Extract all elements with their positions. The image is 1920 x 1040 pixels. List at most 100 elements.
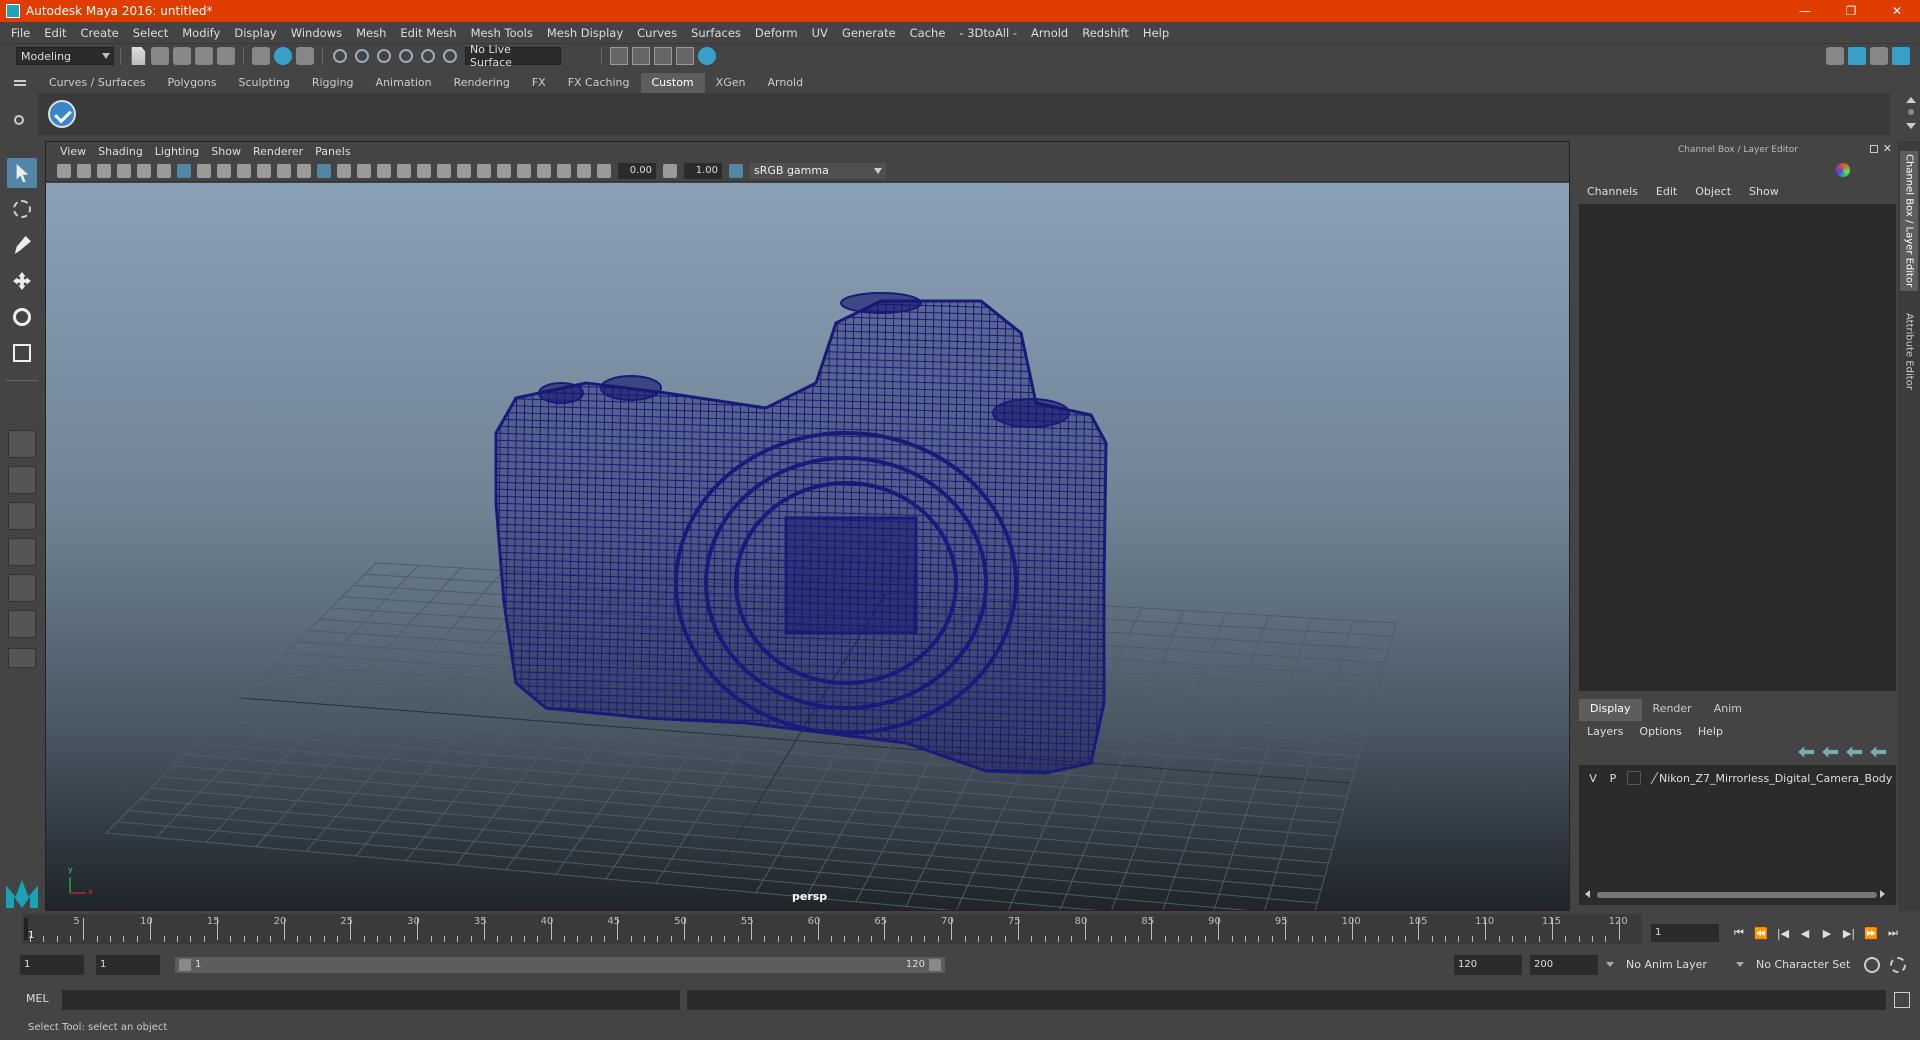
- menu-file[interactable]: File: [4, 26, 37, 40]
- persp-graph-layout-button[interactable]: [8, 538, 36, 566]
- mode-selector[interactable]: Modeling: [16, 47, 114, 65]
- viewport-menu-show[interactable]: Show: [205, 145, 247, 158]
- field-chart-icon[interactable]: [257, 163, 271, 178]
- menu-create[interactable]: Create: [74, 26, 126, 40]
- move-layer-up-icon[interactable]: [1798, 746, 1814, 758]
- menu-deform[interactable]: Deform: [748, 26, 805, 40]
- float-panel-icon[interactable]: [1870, 145, 1878, 153]
- shelf-tab-rendering[interactable]: Rendering: [442, 73, 521, 93]
- shelf-scroll-down-icon[interactable]: [1906, 123, 1916, 129]
- go-to-end-button[interactable]: ⏭: [1882, 924, 1904, 942]
- layer-menu-help[interactable]: Help: [1690, 723, 1731, 741]
- chevron-down-icon[interactable]: [1606, 962, 1614, 967]
- menu-curves[interactable]: Curves: [630, 26, 684, 40]
- menu-windows[interactable]: Windows: [284, 26, 349, 40]
- range-end-handle[interactable]: [929, 959, 941, 971]
- camera-select-icon[interactable]: [57, 163, 71, 178]
- play-forwards-button[interactable]: ▶: [1816, 924, 1838, 942]
- menu-modify[interactable]: Modify: [175, 26, 227, 40]
- color-space-dropdown[interactable]: sRGB gamma: [750, 162, 886, 179]
- step-back-key-button[interactable]: ⏪: [1750, 924, 1772, 942]
- character-set-dropdown[interactable]: No Character Set: [1752, 955, 1872, 975]
- new-empty-layer-icon[interactable]: [1846, 746, 1862, 758]
- shelf-tab-fx-caching[interactable]: FX Caching: [556, 73, 641, 93]
- channel-box-body[interactable]: [1579, 204, 1896, 691]
- channel-box-menu-show[interactable]: Show: [1740, 183, 1788, 201]
- attribute-editor-toggle-icon[interactable]: [1848, 47, 1866, 65]
- playback-end-field[interactable]: 120: [1454, 955, 1522, 975]
- menu-3dtoall[interactable]: - 3DtoAll -: [952, 26, 1024, 40]
- four-view-layout-button[interactable]: [8, 466, 36, 494]
- animation-preferences-icon[interactable]: [1890, 957, 1906, 973]
- close-panel-icon[interactable]: ✕: [1883, 142, 1892, 155]
- layer-tab-render[interactable]: Render: [1642, 699, 1703, 721]
- menu-select[interactable]: Select: [126, 26, 175, 40]
- layer-row[interactable]: V P Nikon_Z7_Mirrorless_Digital_Camera_B…: [1583, 769, 1895, 787]
- layer-list-scrollbar[interactable]: [1585, 889, 1885, 899]
- layer-tab-display[interactable]: Display: [1579, 699, 1642, 721]
- script-editor-icon[interactable]: [1894, 992, 1910, 1008]
- menu-edit[interactable]: Edit: [37, 26, 73, 40]
- step-forward-frame-button[interactable]: ▶|: [1838, 924, 1860, 942]
- shelf-tab-animation[interactable]: Animation: [364, 73, 443, 93]
- snap-view-plane-icon[interactable]: [399, 49, 413, 63]
- save-scene-icon[interactable]: [173, 47, 191, 65]
- safe-action-icon[interactable]: [277, 163, 291, 178]
- menu-mesh-display[interactable]: Mesh Display: [540, 26, 630, 40]
- tool-settings-icon[interactable]: [1870, 47, 1888, 65]
- channel-box-toggle-icon[interactable]: [1892, 47, 1910, 65]
- scroll-right-icon[interactable]: [1880, 890, 1885, 898]
- layer-menu-options[interactable]: Options: [1631, 723, 1689, 741]
- resolution-gate-icon[interactable]: [217, 163, 231, 178]
- channel-box-options-icon[interactable]: [1836, 163, 1850, 177]
- shelf-tab-custom[interactable]: Custom: [640, 73, 705, 93]
- mel-command-input[interactable]: [62, 990, 680, 1010]
- move-tool[interactable]: [7, 266, 37, 296]
- side-tab-channel-box[interactable]: Channel Box / Layer Editor: [1900, 151, 1918, 291]
- scroll-thumb[interactable]: [1597, 892, 1877, 898]
- shelf-tab-arnold[interactable]: Arnold: [756, 73, 815, 93]
- modeling-toolkit-icon[interactable]: [1826, 47, 1844, 65]
- menu-generate[interactable]: Generate: [835, 26, 903, 40]
- layer-tab-anim[interactable]: Anim: [1703, 699, 1753, 721]
- time-slider[interactable]: 1 5 10 15 20 25 30 35 40 45 50 55 60 65 70 75 80 85 90 95 1…: [22, 914, 1642, 944]
- shelf-tab-rigging[interactable]: Rigging: [300, 73, 365, 93]
- step-back-frame-button[interactable]: |◀: [1772, 924, 1794, 942]
- screen-space-ao-icon[interactable]: [437, 163, 451, 178]
- shelf-tab-sculpting[interactable]: Sculpting: [227, 73, 301, 93]
- close-button[interactable]: ✕: [1874, 0, 1920, 22]
- viewport-canvas[interactable]: y x persp: [46, 183, 1569, 910]
- scroll-left-icon[interactable]: [1585, 890, 1590, 898]
- menu-edit-mesh[interactable]: Edit Mesh: [393, 26, 463, 40]
- viewport-menu-renderer[interactable]: Renderer: [247, 145, 309, 158]
- shelf-scroll-up-icon[interactable]: [1906, 97, 1916, 103]
- shelf-tab-xgen[interactable]: XGen: [704, 73, 757, 93]
- persp-hypershade-layout-button[interactable]: [8, 574, 36, 602]
- menu-surfaces[interactable]: Surfaces: [684, 26, 748, 40]
- single-perspective-layout-button[interactable]: [8, 430, 36, 458]
- grid-toggle-icon[interactable]: [177, 163, 191, 178]
- menu-redshift[interactable]: Redshift: [1075, 26, 1136, 40]
- anti-aliasing-icon[interactable]: [477, 163, 491, 178]
- render-settings-icon[interactable]: [610, 47, 628, 65]
- minimize-button[interactable]: —: [1782, 0, 1828, 22]
- exposure-field[interactable]: 0.00: [618, 162, 656, 179]
- isolate-select-icon[interactable]: [517, 163, 531, 178]
- menu-uv[interactable]: UV: [805, 26, 835, 40]
- menu-arnold[interactable]: Arnold: [1024, 26, 1075, 40]
- magnet-icon[interactable]: [443, 49, 457, 63]
- channel-box-menu-object[interactable]: Object: [1686, 183, 1740, 201]
- viewport-menu-panels[interactable]: Panels: [309, 145, 356, 158]
- anim-layer-dropdown[interactable]: No Anim Layer: [1622, 955, 1732, 975]
- gate-mask-icon[interactable]: [237, 163, 251, 178]
- select-hierarchy-icon[interactable]: [252, 47, 270, 65]
- current-frame-field[interactable]: 1: [1651, 924, 1719, 942]
- new-scene-icon[interactable]: [131, 47, 146, 65]
- layer-visibility-toggle[interactable]: V: [1583, 772, 1603, 785]
- snap-grid-icon[interactable]: [333, 49, 347, 63]
- layer-color-swatch[interactable]: [1627, 771, 1641, 785]
- menu-display[interactable]: Display: [227, 26, 283, 40]
- shelf-tab-curves-surfaces[interactable]: Curves / Surfaces: [38, 73, 157, 93]
- move-layer-down-icon[interactable]: [1822, 746, 1838, 758]
- use-all-lights-icon[interactable]: [397, 163, 411, 178]
